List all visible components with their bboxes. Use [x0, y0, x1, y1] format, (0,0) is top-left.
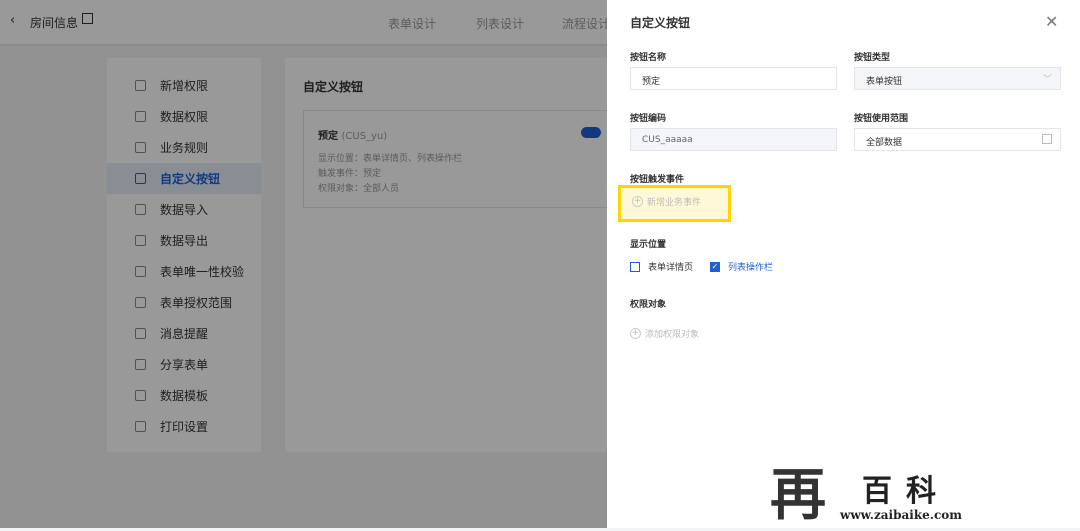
- chevron-down-icon: ﹀: [1042, 75, 1052, 85]
- checkbox-list-action[interactable]: ✓ 列表操作栏: [710, 260, 773, 273]
- perm-label: 权限对象: [630, 300, 667, 310]
- type-value: 表单按钮: [866, 77, 903, 87]
- plus-circle-icon: +: [630, 328, 641, 339]
- scope-label: 按钮使用范围: [854, 114, 909, 124]
- code-input[interactable]: CUS_aaaaa: [630, 128, 837, 151]
- position-label: 显示位置: [630, 240, 667, 250]
- drawer-title: 自定义按钮: [630, 16, 691, 30]
- scope-value: 全部数据: [866, 138, 903, 148]
- plus-circle-icon: +: [632, 196, 643, 207]
- scope-input[interactable]: 全部数据: [854, 128, 1061, 151]
- checkbox-checked-icon: ✓: [710, 261, 720, 272]
- type-select[interactable]: 表单按钮 ﹀: [854, 67, 1061, 90]
- name-label: 按钮名称: [630, 53, 667, 63]
- name-input[interactable]: 预定: [630, 67, 837, 90]
- checkbox-label: 表单详情页: [648, 263, 694, 273]
- type-label: 按钮类型: [854, 53, 891, 63]
- modal-overlay[interactable]: [0, 0, 607, 528]
- event-label: 按钮触发事件: [630, 175, 685, 185]
- checkbox-form-detail[interactable]: 表单详情页: [630, 260, 693, 273]
- checkbox-icon: [630, 261, 640, 272]
- checkbox-label: 列表操作栏: [728, 263, 774, 273]
- code-label: 按钮编码: [630, 114, 667, 124]
- add-permission-button[interactable]: + 添加权限对象: [630, 327, 699, 340]
- add-perm-label: 添加权限对象: [645, 330, 700, 340]
- edit-icon[interactable]: [1042, 134, 1052, 144]
- add-event-button[interactable]: + 新增业务事件: [632, 195, 701, 208]
- add-event-label: 新增业务事件: [647, 198, 702, 208]
- close-icon[interactable]: ✕: [1045, 12, 1058, 31]
- drawer: 自定义按钮 ✕ 按钮名称 预定 按钮类型 表单按钮 ﹀ 按钮编码 CUS_aaaa…: [607, 0, 1080, 528]
